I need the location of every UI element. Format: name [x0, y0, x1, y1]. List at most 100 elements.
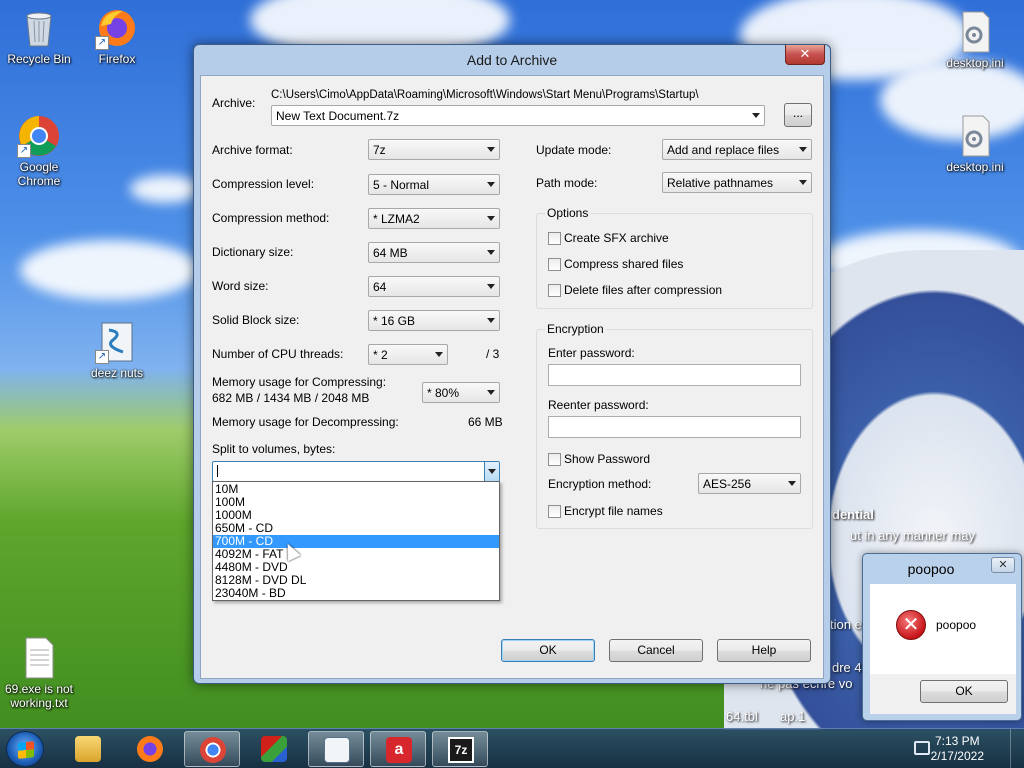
checkbox-box[interactable] [548, 452, 561, 466]
message-box-title: poopoo [907, 561, 955, 577]
encrypt-file-names-label: Encrypt file names [564, 504, 663, 518]
archive-name-value: New Text Document.7z [276, 109, 400, 123]
wallpaper-text: ut in any manner may [850, 528, 976, 543]
dictionary-size-select[interactable]: 64 MB [368, 242, 500, 263]
desktop-icon-deez-nuts[interactable]: ↗ deez nuts [78, 320, 156, 380]
desktop-icon-desktop-ini[interactable]: desktop.ini [936, 10, 1014, 70]
taskbar-file-explorer[interactable] [60, 731, 116, 767]
memory-compress-label: Memory usage for Compressing: [212, 375, 387, 389]
script-icon: ↗ [95, 320, 139, 364]
archive-format-label: Archive format: [212, 143, 293, 157]
archive-path: C:\Users\Cimo\AppData\Roaming\Microsoft\… [271, 89, 699, 101]
start-button[interactable] [6, 731, 44, 767]
compression-level-select[interactable]: 5 - Normal [368, 174, 500, 195]
browse-button[interactable]: ... [784, 103, 812, 127]
message-box-body: ✕ poopoo [870, 584, 1016, 674]
memory-percent-value: * 80% [427, 386, 460, 400]
desktop-icon-recycle-bin[interactable]: Recycle Bin [0, 6, 78, 66]
chrome-icon [200, 737, 226, 763]
chevron-down-icon [752, 113, 760, 118]
memory-decompress-value: 66 MB [468, 415, 503, 429]
solid-block-size-label: Solid Block size: [212, 313, 300, 327]
taskbar-script[interactable] [308, 731, 364, 767]
text-file-icon [17, 636, 61, 680]
avira-icon: a [386, 737, 412, 763]
memory-percent-select[interactable]: * 80% [422, 382, 500, 403]
desktop-icon-desktop-ini[interactable]: desktop.ini [936, 114, 1014, 174]
compress-shared-checkbox[interactable]: Compress shared files [548, 257, 683, 271]
desktop-icon-label: Firefox [98, 52, 136, 66]
wallpaper-text: dre 4 [832, 660, 862, 675]
cloud [20, 240, 200, 300]
checkbox-box[interactable] [548, 504, 561, 518]
compression-method-value: * LZMA2 [373, 212, 420, 226]
archive-format-select[interactable]: 7z [368, 139, 500, 160]
memory-compress-values: 682 MB / 1434 MB / 2048 MB [212, 391, 370, 405]
encrypt-file-names-checkbox[interactable]: Encrypt file names [548, 504, 663, 518]
message-ok-button[interactable]: OK [920, 680, 1008, 703]
chevron-down-icon [487, 318, 495, 323]
chrome-icon: ↗ [17, 114, 61, 158]
word-size-label: Word size: [212, 279, 269, 293]
delete-after-checkbox[interactable]: Delete files after compression [548, 283, 722, 297]
close-button[interactable]: ✕ [785, 45, 825, 65]
solid-block-size-select[interactable]: * 16 GB [368, 310, 500, 331]
update-mode-select[interactable]: Add and replace files [662, 139, 812, 160]
list-item[interactable]: 23040M - BD [213, 587, 499, 600]
error-message-box: poopoo ✕ ✕ poopoo OK [862, 553, 1022, 721]
chevron-down-icon [487, 216, 495, 221]
chevron-down-icon [788, 481, 796, 486]
compression-method-select[interactable]: * LZMA2 [368, 208, 500, 229]
message-box-close-button[interactable]: ✕ [991, 557, 1015, 573]
chevron-down-icon [487, 147, 495, 152]
create-sfx-checkbox[interactable]: Create SFX archive [548, 231, 669, 245]
desktop-icon-text-file[interactable]: 69.exe is not working.txt [0, 636, 78, 710]
network-icon[interactable] [914, 741, 930, 755]
checkbox-box[interactable] [548, 231, 561, 245]
taskbar-7zip[interactable]: 7z [432, 731, 488, 767]
desktop-icon-label: deez nuts [90, 366, 144, 380]
ok-button[interactable]: OK [501, 639, 595, 662]
split-volumes-dropdown-list: 10M 100M 1000M 650M - CD 700M - CD 4092M… [212, 481, 500, 601]
app-installer-icon [261, 736, 287, 762]
wallpaper-text: tion e [830, 617, 862, 632]
encryption-method-select[interactable]: AES-256 [698, 473, 801, 494]
help-button[interactable]: Help [717, 639, 811, 662]
text-caret [217, 465, 218, 477]
word-size-select[interactable]: 64 [368, 276, 500, 297]
chevron-down-icon [799, 180, 807, 185]
cpu-threads-label: Number of CPU threads: [212, 347, 344, 361]
chevron-down-icon [487, 182, 495, 187]
encryption-group: Encryption Enter password: Reenter passw… [536, 322, 813, 529]
close-icon: ✕ [998, 559, 1008, 571]
desktop-icon-google-chrome[interactable]: ↗ Google Chrome [0, 114, 78, 188]
delete-after-label: Delete files after compression [564, 283, 723, 297]
taskbar-firefox[interactable] [122, 731, 178, 767]
taskbar-chrome[interactable] [184, 731, 240, 767]
show-password-checkbox[interactable]: Show Password [548, 452, 650, 466]
taskbar-app-installer[interactable] [246, 731, 302, 767]
split-volumes-combo[interactable] [212, 461, 500, 482]
windows-logo-icon [18, 741, 34, 759]
system-clock[interactable]: 7:13 PM 2/17/2022 [931, 734, 984, 764]
checkbox-box[interactable] [548, 257, 561, 271]
archive-name-combo[interactable]: New Text Document.7z [271, 105, 765, 126]
shortcut-arrow-icon: ↗ [17, 144, 31, 158]
list-item[interactable]: 10M [213, 483, 499, 496]
dialog-titlebar[interactable]: Add to Archive ✕ [194, 45, 830, 75]
list-item[interactable]: 100M [213, 496, 499, 509]
enter-password-input[interactable] [548, 364, 801, 386]
cancel-button[interactable]: Cancel [609, 639, 703, 662]
chevron-down-icon [488, 469, 496, 474]
enter-password-label: Enter password: [548, 346, 635, 360]
cpu-threads-select[interactable]: * 2 [368, 344, 448, 365]
taskbar-avira[interactable]: a [370, 731, 426, 767]
show-desktop-button[interactable] [1010, 729, 1024, 768]
message-box-footer: OK [870, 674, 1016, 714]
reenter-password-input[interactable] [548, 416, 801, 438]
message-text: poopoo [936, 618, 977, 632]
path-mode-select[interactable]: Relative pathnames [662, 172, 812, 193]
taskbar: a 7z 7:13 PM 2/17/2022 [0, 728, 1024, 768]
checkbox-box[interactable] [548, 283, 561, 297]
desktop-icon-firefox[interactable]: ↗ Firefox [78, 6, 156, 66]
